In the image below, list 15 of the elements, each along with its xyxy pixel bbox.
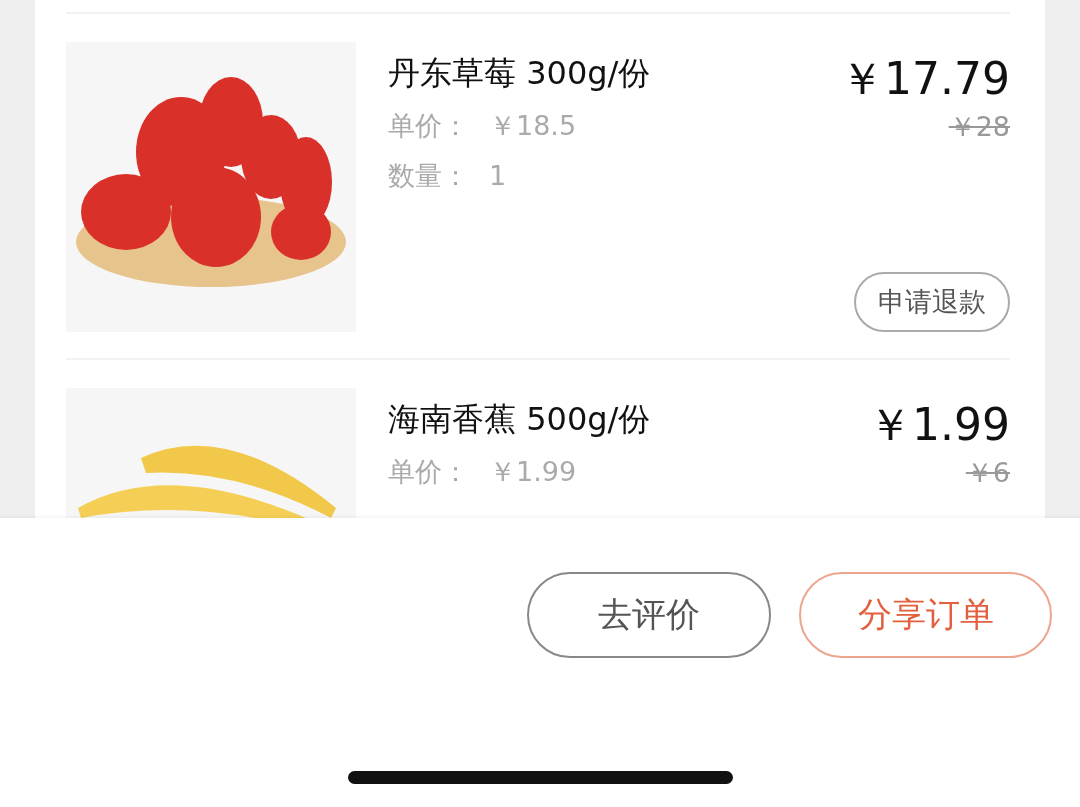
unit-price: ￥18.5 xyxy=(489,110,577,141)
price: ￥1.99 xyxy=(868,398,1010,452)
price: ￥17.79 xyxy=(840,52,1010,106)
quantity: 1 xyxy=(489,160,507,191)
unit-price: ￥1.99 xyxy=(489,456,577,487)
review-button[interactable]: 去评价 xyxy=(527,572,771,658)
product-name: 丹东草莓 300g/份 xyxy=(388,53,651,94)
share-order-button[interactable]: 分享订单 xyxy=(799,572,1052,658)
unit-price-label: 单价： xyxy=(388,456,469,487)
original-price: ￥28 xyxy=(948,110,1010,144)
product-name: 海南香蕉 500g/份 xyxy=(388,399,651,440)
refund-button[interactable]: 申请退款 xyxy=(854,272,1010,332)
quantity-label: 数量： xyxy=(388,160,469,191)
original-price: ￥6 xyxy=(965,456,1010,490)
unit-price-label: 单价： xyxy=(388,110,469,141)
